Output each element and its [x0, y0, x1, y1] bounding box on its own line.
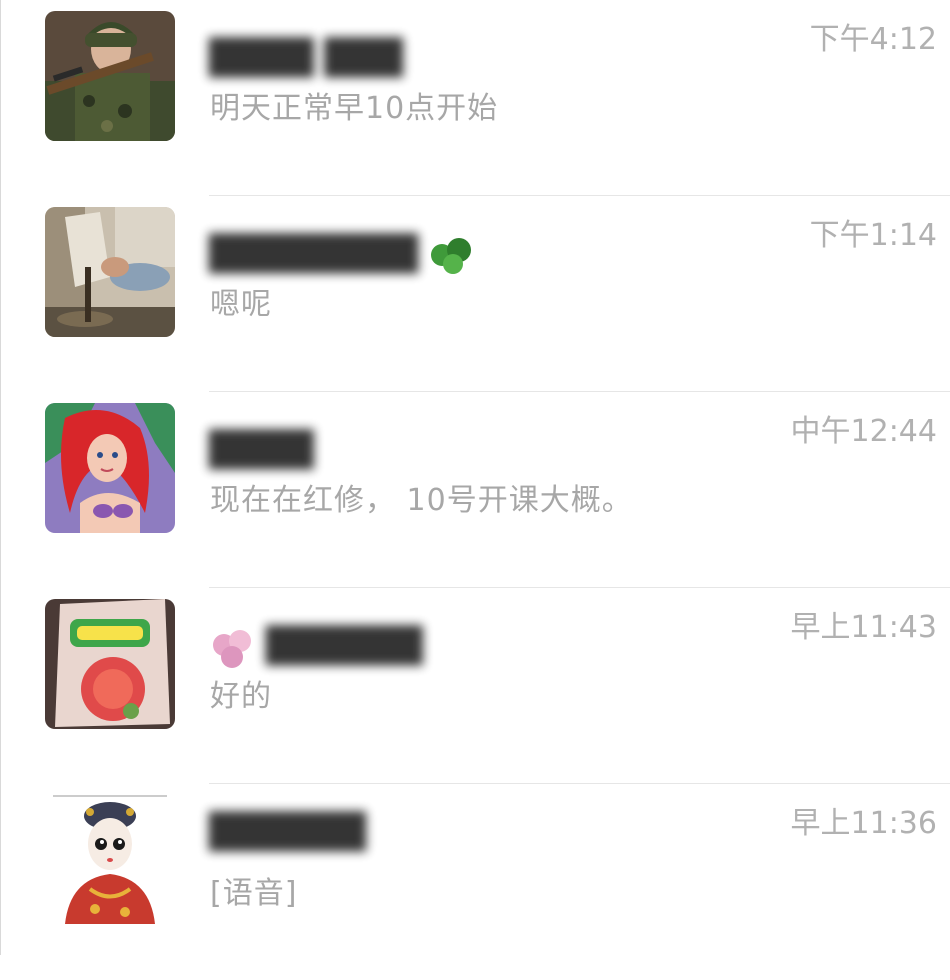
chat-time: 早上11:43 — [790, 610, 937, 645]
green-emoji-icon — [429, 236, 475, 276]
chat-preview: 嗯呢 — [210, 287, 272, 322]
chat-preview: 明天正常早10点开始 — [210, 91, 499, 126]
chat-time: 中午12:44 — [790, 414, 937, 449]
mermaid-cartoon-icon — [45, 403, 175, 533]
chat-name: ██████ — [209, 618, 423, 674]
ancient-lady-cartoon-avatar[interactable] — [45, 794, 175, 924]
chat-name: ████ ███ — [209, 38, 403, 78]
chat-list: ████ ███ 下午4:12 明天正常早10点开始 ████████ 下午1:… — [0, 0, 950, 955]
soldier-photo-avatar[interactable] — [45, 11, 175, 141]
chat-row[interactable]: ██████ 早上11:36 [语音] — [1, 784, 950, 980]
chat-row[interactable]: ████████ 下午1:14 嗯呢 — [1, 196, 950, 392]
chat-name: ████████ — [209, 226, 475, 282]
chat-time: 下午1:14 — [809, 218, 937, 253]
chat-row[interactable]: ████ ███ 下午4:12 明天正常早10点开始 — [1, 0, 950, 196]
chat-name: ██████ — [209, 812, 366, 852]
chat-preview: 现在在红修， 10号开课大概。 — [210, 483, 633, 518]
hands-photo-avatar[interactable] — [45, 207, 175, 337]
chat-preview: [语音] — [210, 876, 298, 911]
mermaid-cartoon-avatar[interactable] — [45, 403, 175, 533]
chat-name: ████ — [209, 430, 314, 470]
ancient-lady-cartoon-icon — [45, 794, 175, 924]
chat-row[interactable]: ██████ 早上11:43 好的 — [1, 588, 950, 784]
pink-flower-icon — [209, 626, 255, 670]
hands-photo-icon — [45, 207, 175, 337]
snack-package-avatar[interactable] — [45, 599, 175, 729]
snack-package-icon — [45, 599, 175, 729]
chat-time: 下午4:12 — [809, 22, 937, 57]
chat-preview: 好的 — [210, 679, 272, 714]
chat-time: 早上11:36 — [790, 806, 937, 841]
soldier-photo-icon — [45, 11, 175, 141]
chat-row[interactable]: ████ 中午12:44 现在在红修， 10号开课大概。 — [1, 392, 950, 588]
